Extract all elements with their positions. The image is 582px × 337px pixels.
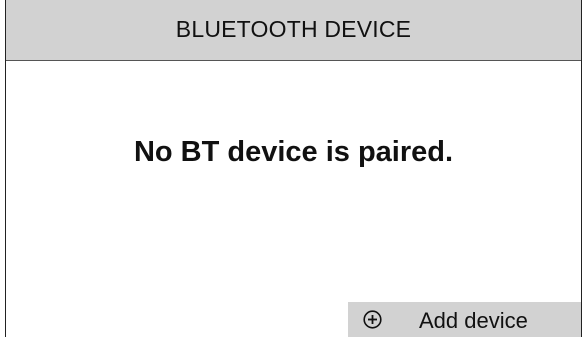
title-bar: BLUETOOTH DEVICE xyxy=(6,0,581,61)
no-device-message: No BT device is paired. xyxy=(133,136,454,168)
add-device-label: Add device xyxy=(419,308,528,333)
add-device-button[interactable]: Add device xyxy=(348,302,581,337)
page-title: BLUETOOTH DEVICE xyxy=(175,15,412,42)
plus-circle-icon xyxy=(363,310,382,329)
bluetooth-device-screen: BLUETOOTH DEVICE No BT device is paired.… xyxy=(0,0,582,337)
